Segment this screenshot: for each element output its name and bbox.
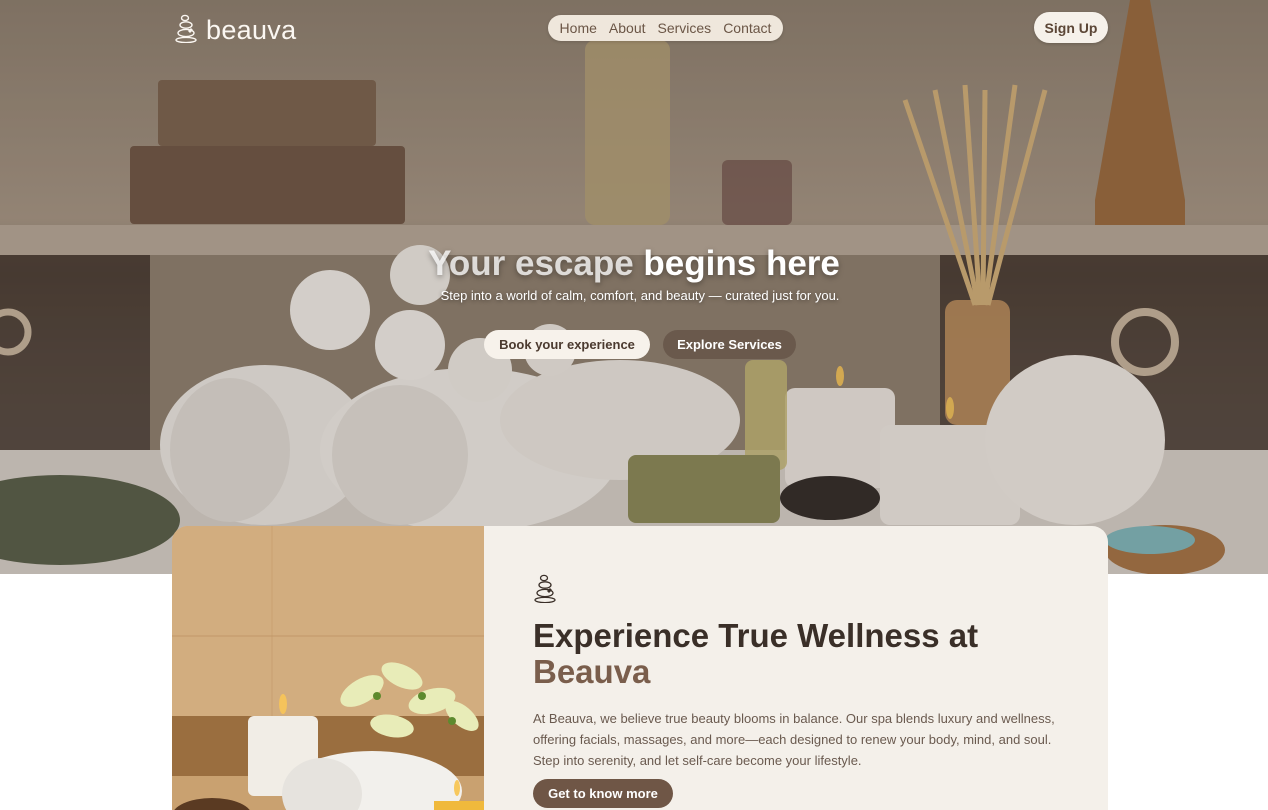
- about-spa-photo: [172, 526, 484, 810]
- stacked-stones-icon: [533, 573, 557, 608]
- nav-link-contact[interactable]: Contact: [723, 20, 771, 36]
- explore-services-button[interactable]: Explore Services: [663, 330, 796, 359]
- nav-link-about[interactable]: About: [609, 20, 646, 36]
- hero-title: Your escape begins here: [0, 244, 1268, 284]
- about-description: At Beauva, we believe true beauty blooms…: [533, 711, 1055, 768]
- sign-up-button[interactable]: Sign Up: [1034, 12, 1108, 43]
- about-card: Experience True Wellness at Beauva At Be…: [172, 526, 1108, 810]
- nav-link-services[interactable]: Services: [658, 20, 712, 36]
- stacked-stones-icon: [174, 13, 198, 48]
- nav-link-home[interactable]: Home: [560, 20, 597, 36]
- book-experience-button[interactable]: Book your experience: [484, 330, 650, 359]
- hero-overlay: [0, 0, 1268, 574]
- hero-title-dim: Your escape: [428, 244, 634, 283]
- about-title: Experience True Wellness at Beauva: [533, 618, 1073, 690]
- know-more-button[interactable]: Get to know more: [533, 779, 673, 808]
- brand-logo[interactable]: beauva: [174, 13, 296, 48]
- brand-name: beauva: [206, 15, 297, 45]
- hero-subtitle: Step into a world of calm, comfort, and …: [440, 288, 840, 303]
- hero-section: beauva Home About Services Contact Sign …: [0, 0, 1268, 574]
- hero-title-bright: begins here: [643, 244, 840, 283]
- about-title-main: Experience True Wellness at: [533, 617, 979, 654]
- about-title-accent: Beauva: [533, 653, 651, 690]
- main-nav: Home About Services Contact: [548, 15, 783, 41]
